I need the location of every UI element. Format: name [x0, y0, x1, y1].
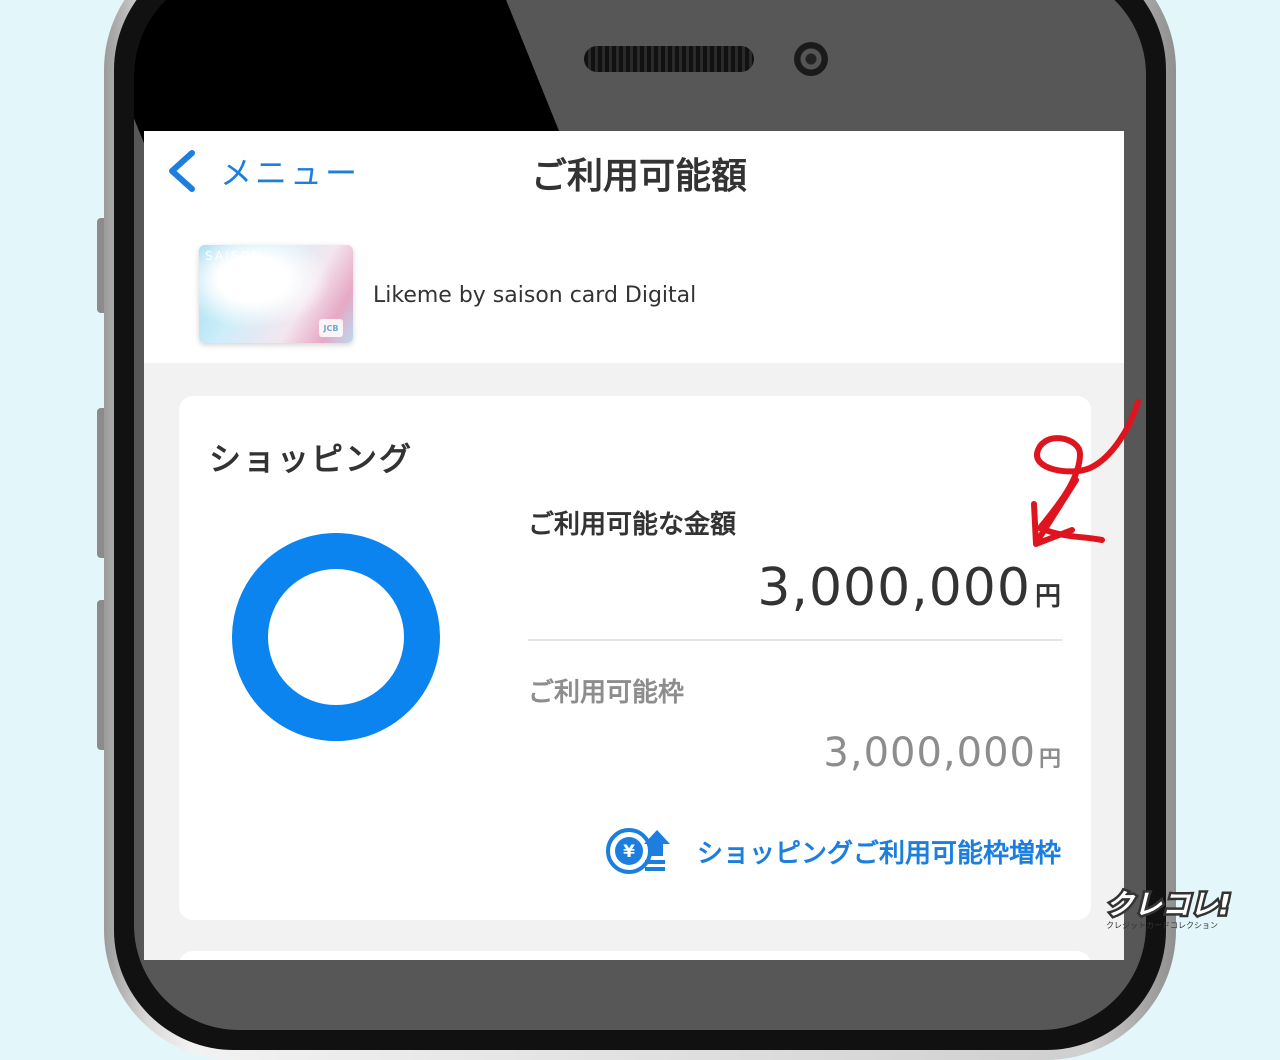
svg-text:¥: ¥ — [623, 842, 635, 862]
available-amount-label: ご利用可能な金額 — [528, 510, 737, 540]
increase-limit-label: ショッピングご利用可能枠増枠 — [696, 838, 1061, 869]
available-amount-unit: 円 — [1034, 582, 1061, 612]
available-amount: 3,000,000 円 — [757, 558, 1061, 618]
credit-limit-unit: 円 — [1038, 747, 1061, 772]
card-image: SAISON JCB — [199, 245, 353, 343]
watermark-sub-text: クレジットカードコレクション — [1106, 921, 1218, 930]
watermark-logo-text: クレコレ! — [1106, 888, 1231, 921]
credit-limit-value: 3,000,000 — [823, 730, 1036, 776]
annotation-arrow-icon — [1031, 399, 1141, 547]
page-title: ご利用可能額 — [530, 156, 747, 197]
header: メニュー ご利用可能額 SAISON JCB Likeme by saison … — [144, 131, 1124, 363]
increase-limit-link[interactable]: ¥ ショッピングご利用可能枠増枠 — [605, 826, 1061, 876]
credit-limit: 3,000,000 円 — [823, 730, 1061, 776]
phone-camera — [794, 42, 828, 76]
card-brand-logo: SAISON — [205, 249, 263, 263]
card-name: Likeme by saison card Digital — [373, 283, 697, 308]
credit-limit-label: ご利用可能枠 — [528, 678, 685, 708]
phone-speaker — [584, 46, 754, 72]
shopping-section-title: ショッピング — [209, 440, 414, 478]
available-amount-value: 3,000,000 — [757, 558, 1031, 618]
app-screen: メニュー ご利用可能額 SAISON JCB Likeme by saison … — [144, 131, 1124, 960]
next-panel — [179, 951, 1091, 960]
card-network-logo: JCB — [319, 319, 343, 337]
watermark-logo: クレコレ! クレジットカードコレクション — [1104, 886, 1234, 931]
yen-up-arrow-icon: ¥ — [605, 828, 670, 874]
shopping-panel: ショッピング ご利用可能な金額 3,000,000 円 ご利用可能枠 3,000… — [179, 396, 1091, 920]
available-donut-chart — [232, 533, 440, 741]
divider — [528, 639, 1062, 641]
